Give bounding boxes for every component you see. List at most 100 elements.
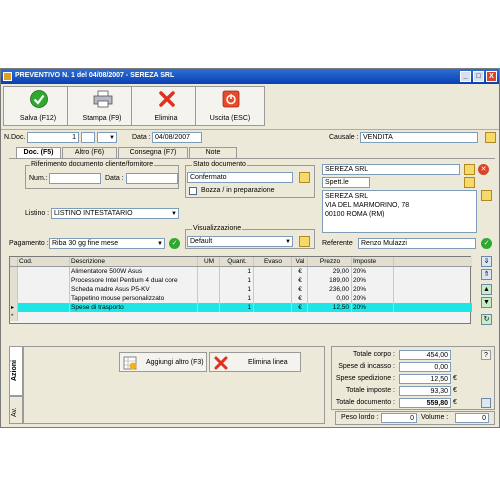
cell-quant[interactable]: 1 bbox=[220, 294, 254, 303]
address-folder-icon[interactable] bbox=[481, 190, 492, 201]
cell-val[interactable]: € bbox=[292, 276, 308, 285]
cell-cod[interactable] bbox=[18, 303, 70, 312]
client-name-input[interactable]: SEREZA SRL bbox=[322, 164, 460, 175]
items-grid[interactable]: Cod. Descrizione UM Quant. Evaso Val Pre… bbox=[9, 256, 472, 324]
tab-azioni[interactable]: Azioni bbox=[9, 346, 23, 396]
table-row[interactable]: Alimentatore 500W Asus 1 € 29,00 20% bbox=[10, 267, 472, 276]
calculator-icon[interactable] bbox=[481, 398, 491, 408]
move-down-icon[interactable]: ⇓ bbox=[481, 256, 492, 267]
spett-folder-icon[interactable] bbox=[464, 177, 475, 188]
cell-prezzo[interactable]: 0,00 bbox=[308, 294, 352, 303]
delete-button[interactable]: Elimina bbox=[131, 86, 201, 126]
cell-quant[interactable]: 1 bbox=[220, 276, 254, 285]
cell-um[interactable] bbox=[198, 303, 220, 312]
col-um[interactable]: UM bbox=[198, 257, 220, 266]
help-button[interactable]: ? bbox=[481, 350, 491, 360]
cell-evaso[interactable] bbox=[254, 285, 292, 294]
cell-prezzo[interactable]: 12,50 bbox=[308, 303, 352, 312]
stato-input[interactable]: Confermato bbox=[187, 172, 293, 183]
client-folder-icon[interactable] bbox=[464, 164, 475, 175]
cell-um[interactable] bbox=[198, 285, 220, 294]
cell-evaso[interactable] bbox=[254, 294, 292, 303]
spett-input[interactable]: Spett.le bbox=[322, 177, 370, 188]
arrow-down-icon[interactable]: ▼ bbox=[481, 297, 492, 308]
maximize-button[interactable]: □ bbox=[473, 71, 484, 82]
pagamento-select[interactable]: Riba 30 gg fine mese ▼ bbox=[49, 238, 165, 249]
print-button[interactable]: Stampa (F9) bbox=[67, 86, 137, 126]
col-prezzo[interactable]: Prezzo bbox=[308, 257, 352, 266]
save-button[interactable]: Salva (F12) bbox=[3, 86, 73, 126]
referente-check-icon[interactable]: ✓ bbox=[481, 238, 492, 249]
cell-um[interactable] bbox=[198, 267, 220, 276]
cell-um[interactable] bbox=[198, 294, 220, 303]
rif-date-input[interactable] bbox=[126, 173, 178, 184]
exit-button[interactable]: Uscita (ESC) bbox=[195, 86, 265, 126]
table-row[interactable]: Scheda madre Asus P5-KV 1 € 236,00 20% bbox=[10, 285, 472, 294]
refresh-icon[interactable]: ↻ bbox=[481, 314, 492, 325]
causale-folder-icon[interactable] bbox=[485, 132, 496, 143]
cell-evaso[interactable] bbox=[254, 303, 292, 312]
pagamento-check-icon[interactable]: ✓ bbox=[169, 238, 180, 249]
volume-value[interactable]: 0 bbox=[455, 413, 489, 423]
minimize-button[interactable]: _ bbox=[460, 71, 471, 82]
cell-imposte[interactable]: 20% bbox=[352, 294, 394, 303]
cell-val[interactable]: € bbox=[292, 267, 308, 276]
col-val[interactable]: Val bbox=[292, 257, 308, 266]
referente-input[interactable]: Renzo Mulazzi bbox=[358, 238, 476, 249]
cell-cod[interactable] bbox=[18, 285, 70, 294]
tab-note[interactable]: Note bbox=[189, 147, 237, 158]
tab-consegna[interactable]: Consegna (F7) bbox=[118, 147, 188, 158]
arrow-up-icon[interactable]: ▲ bbox=[481, 284, 492, 295]
bozza-checkbox[interactable] bbox=[189, 187, 197, 195]
cell-descrizione[interactable]: Scheda madre Asus P5-KV bbox=[70, 285, 198, 294]
peso-value[interactable]: 0 bbox=[381, 413, 417, 423]
cell-quant[interactable]: 1 bbox=[220, 285, 254, 294]
table-row-selected[interactable]: ▸ Spese di trasporto 1 € 12,50 20% bbox=[10, 303, 472, 312]
close-button[interactable]: X bbox=[486, 71, 497, 82]
cell-imposte[interactable]: 20% bbox=[352, 276, 394, 285]
cell-descrizione[interactable]: Spese di trasporto bbox=[70, 303, 198, 312]
spese-spedizione-value[interactable]: 12,50 bbox=[399, 374, 451, 384]
cell-imposte[interactable]: 20% bbox=[352, 303, 394, 312]
cell-descrizione[interactable]: Processore Intel Pentium 4 dual core bbox=[70, 276, 198, 285]
client-address-box[interactable]: SEREZA SRL VIA DEL MARMORINO, 78 00100 R… bbox=[322, 190, 477, 233]
cell-um[interactable] bbox=[198, 276, 220, 285]
delete-line-button[interactable]: Elimina linea bbox=[209, 352, 301, 372]
col-cod[interactable]: Cod. bbox=[18, 257, 70, 266]
stato-folder-icon[interactable] bbox=[299, 172, 310, 183]
table-row[interactable]: Tappetino mouse personalizzato 1 € 0,00 … bbox=[10, 294, 472, 303]
col-evaso[interactable]: Evaso bbox=[254, 257, 292, 266]
cell-evaso[interactable] bbox=[254, 267, 292, 276]
spese-incasso-value[interactable]: 0,00 bbox=[399, 362, 451, 372]
col-imposte[interactable]: Imposte bbox=[352, 257, 394, 266]
ndoc-suffix-input[interactable] bbox=[81, 132, 95, 143]
cell-cod[interactable] bbox=[18, 267, 70, 276]
rif-num-input[interactable] bbox=[49, 173, 101, 184]
col-quant[interactable]: Quant. bbox=[220, 257, 254, 266]
client-clear-icon[interactable]: ✕ bbox=[478, 164, 489, 175]
cell-quant[interactable]: 1 bbox=[220, 303, 254, 312]
cell-cod[interactable] bbox=[18, 276, 70, 285]
causale-input[interactable]: VENDITA bbox=[360, 132, 478, 143]
cell-val[interactable]: € bbox=[292, 285, 308, 294]
cell-val[interactable]: € bbox=[292, 303, 308, 312]
cell-cod[interactable] bbox=[18, 294, 70, 303]
visual-select[interactable]: Default ▼ bbox=[187, 236, 293, 247]
tab-av[interactable]: Av. bbox=[9, 396, 23, 424]
cell-imposte[interactable]: 20% bbox=[352, 285, 394, 294]
cell-descrizione[interactable]: Alimentatore 500W Asus bbox=[70, 267, 198, 276]
add-line-button[interactable]: Aggiungi altro (F3) bbox=[119, 352, 207, 372]
tab-altro[interactable]: Altro (F6) bbox=[62, 147, 117, 158]
cell-val[interactable]: € bbox=[292, 294, 308, 303]
cell-descrizione[interactable]: Tappetino mouse personalizzato bbox=[70, 294, 198, 303]
cell-prezzo[interactable]: 29,00 bbox=[308, 267, 352, 276]
ndoc-series-select[interactable]: ▼ bbox=[97, 132, 117, 143]
visual-folder-icon[interactable] bbox=[299, 236, 310, 247]
table-row[interactable]: Processore Intel Pentium 4 dual core 1 €… bbox=[10, 276, 472, 285]
cell-evaso[interactable] bbox=[254, 276, 292, 285]
cell-imposte[interactable]: 20% bbox=[352, 267, 394, 276]
cell-prezzo[interactable]: 189,00 bbox=[308, 276, 352, 285]
listino-select[interactable]: LISTINO INTESTATARIO ▼ bbox=[51, 208, 179, 219]
date-input[interactable]: 04/08/2007 bbox=[152, 132, 202, 143]
cell-prezzo[interactable]: 236,00 bbox=[308, 285, 352, 294]
